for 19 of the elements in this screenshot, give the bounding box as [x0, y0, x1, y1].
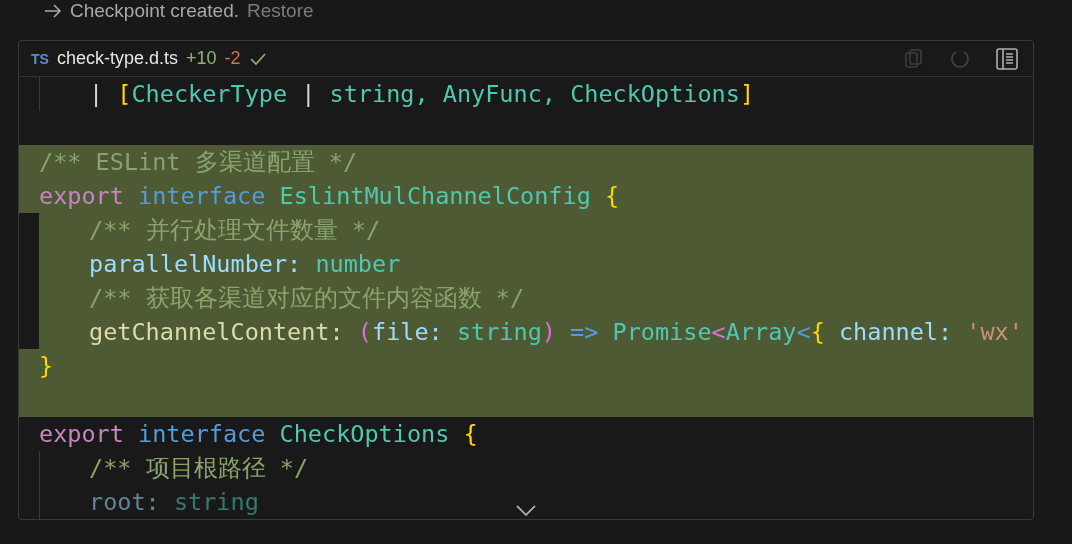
file-type-label: TS [31, 50, 49, 67]
code-line: | [CheckerType | string, AnyFunc, CheckOptions] [89, 79, 755, 110]
arrow-icon [44, 4, 62, 18]
file-name: check-type.d.ts [56, 48, 178, 69]
code-line: parallelNumber: number [89, 249, 401, 280]
checkpoint-message: Checkpoint created. [70, 0, 239, 22]
code-line: export interface CheckOptions { [39, 419, 478, 450]
added-count: +10 [185, 48, 217, 69]
code-line: /** 获取各渠道对应的文件内容函数 */ [89, 283, 525, 314]
restore-link[interactable]: Restore [247, 0, 314, 22]
code-line: } [39, 351, 54, 382]
code-line: /** ESLint 多渠道配置 */ [39, 147, 358, 178]
code-line: /** 项目根路径 */ [89, 453, 309, 484]
code-line: export interface EslintMulChannelConfig { [39, 181, 620, 212]
chevron-down-icon[interactable] [515, 503, 537, 517]
code-line: root: string [89, 487, 259, 518]
code-line: /** 并行处理文件数量 */ [89, 215, 381, 246]
removed-count: -2 [224, 48, 241, 69]
code-line: getChannelContent: (file: string) => Promise<Array<{ channel: 'wx' [89, 317, 1023, 348]
